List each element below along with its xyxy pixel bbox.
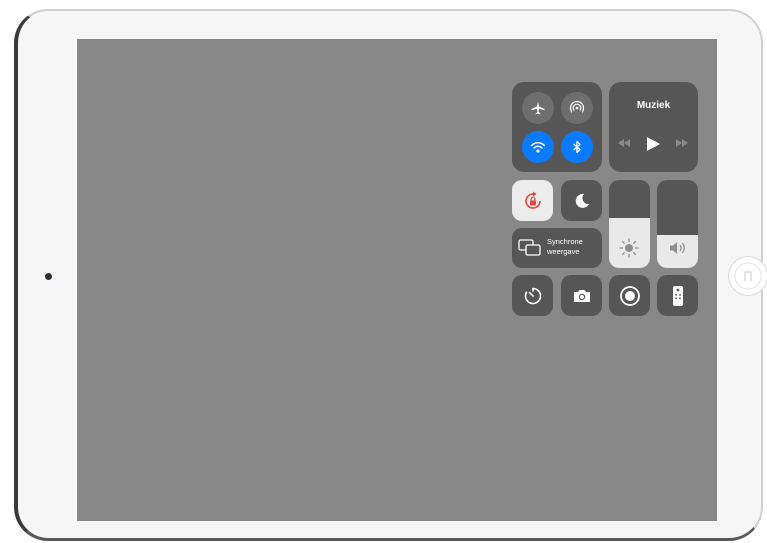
screen-recording-button[interactable] [609, 275, 650, 316]
airdrop-button[interactable] [561, 92, 593, 124]
wifi-button[interactable] [522, 131, 554, 163]
rotation-lock-icon [524, 191, 541, 209]
screen-mirroring-label-line2: weergave [547, 247, 580, 256]
timer-button[interactable] [512, 275, 553, 316]
airplane-mode-button[interactable] [522, 92, 554, 124]
play-icon[interactable] [645, 136, 661, 152]
remote-icon [672, 285, 683, 306]
do-not-disturb-button[interactable] [561, 180, 602, 221]
home-icon [734, 262, 762, 290]
bluetooth-button[interactable] [561, 131, 593, 163]
camera-button[interactable] [561, 275, 602, 316]
sun-icon [619, 238, 639, 258]
brightness-slider[interactable] [609, 180, 650, 268]
record-icon [619, 285, 640, 306]
volume-slider[interactable] [657, 180, 698, 268]
fast-forward-icon[interactable] [675, 138, 689, 148]
connectivity-module [512, 82, 602, 172]
home-button[interactable] [728, 256, 767, 296]
music-title: Muziek [636, 100, 671, 111]
screen-mirroring-label-line1: Synchrone [547, 237, 583, 246]
front-camera [45, 273, 52, 280]
wifi-icon [530, 141, 546, 153]
bluetooth-icon [573, 140, 581, 154]
screen-mirroring-label: Synchrone weergave [547, 237, 583, 257]
music-module[interactable]: Muziek [609, 82, 698, 172]
speaker-icon [670, 242, 685, 254]
airdrop-icon [569, 100, 585, 116]
moon-icon [575, 193, 589, 208]
screen-mirroring-icon [518, 239, 541, 256]
rewind-icon[interactable] [617, 138, 631, 148]
timer-icon [524, 287, 541, 304]
camera-icon [573, 289, 590, 302]
rotation-lock-button[interactable] [512, 180, 553, 221]
screen-mirroring-button[interactable]: Synchrone weergave [512, 228, 602, 268]
airplane-icon [531, 101, 545, 115]
apple-tv-remote-button[interactable] [657, 275, 698, 316]
